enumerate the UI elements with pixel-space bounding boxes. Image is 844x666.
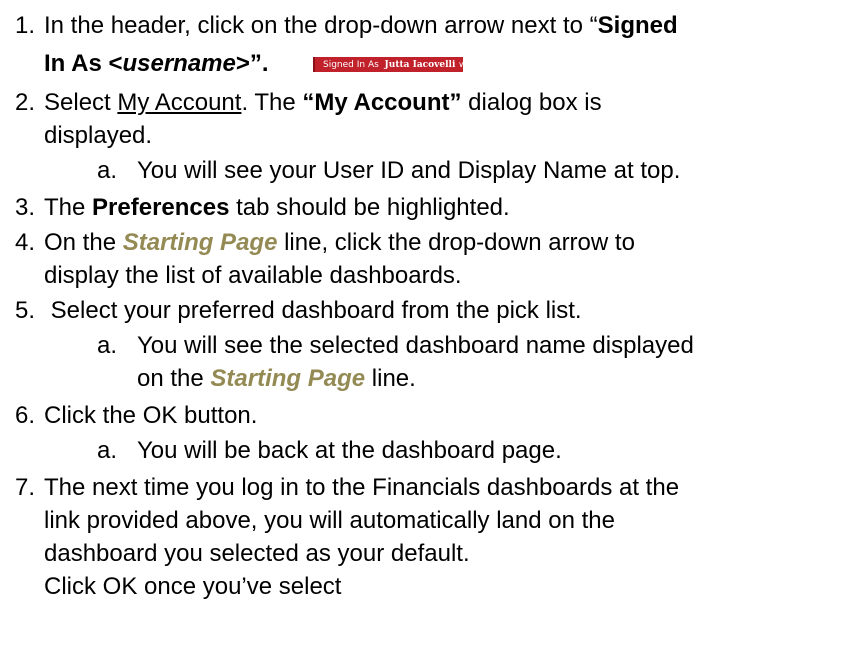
step-5-line-1: Select your preferred dashboard from the… <box>44 297 582 324</box>
signed-in-as-label: Signed In As <box>323 60 379 70</box>
step-number: 5. <box>15 297 36 324</box>
step-number: 1. <box>15 12 36 39</box>
step-7-line-2: link provided above, you will automatica… <box>44 507 615 534</box>
step-number: 3. <box>15 194 36 221</box>
sub-step-letter: a. <box>97 332 118 359</box>
username-label: Jutta Iacovelli <box>384 60 456 70</box>
sub-step-letter: a. <box>97 157 118 184</box>
step-number: 7. <box>15 474 36 501</box>
sub-step-letter: a. <box>97 437 118 464</box>
my-account-link-text: My Account <box>117 89 242 116</box>
step-number: 4. <box>15 229 36 256</box>
step-7-line-4: Click OK once you’ve select <box>44 573 342 600</box>
step-6-line-1: Click the OK button. <box>44 402 258 429</box>
sub-step-text: You will be back at the dashboard page. <box>137 437 562 464</box>
step-4-line-2: display the list of available dashboards… <box>44 262 462 289</box>
step-number: 6. <box>15 402 36 429</box>
step-4-line-1: On the Starting Page line, click the dro… <box>44 229 635 256</box>
step-7-line-1: The next time you log in to the Financia… <box>44 474 680 501</box>
step-7-line-3: dashboard you selected as your default. <box>44 540 470 567</box>
signed-in-as-dropdown-screenshot: Signed In As Jutta Iacovelli ∨ <box>313 57 465 72</box>
sub-step-text-line-2: on the Starting Page line. <box>137 365 416 392</box>
step-number: 2. <box>15 89 36 116</box>
sub-step-text: You will see your User ID and Display Na… <box>137 157 681 184</box>
instructions-document: 1. In the header, click on the drop-down… <box>0 0 844 666</box>
sub-step-text: You will see the selected dashboard name… <box>137 332 694 359</box>
step-1-line-1: In the header, click on the drop-down ar… <box>44 12 678 39</box>
step-2-line-1: Select My Account. The “My Account” dial… <box>44 89 602 116</box>
step-2-line-2: displayed. <box>44 122 153 149</box>
step-3-line-1: The Preferences tab should be highlighte… <box>44 194 510 221</box>
step-1-line-2: In As <username>”. <box>44 50 269 77</box>
chevron-down-icon: ∨ <box>458 60 465 69</box>
